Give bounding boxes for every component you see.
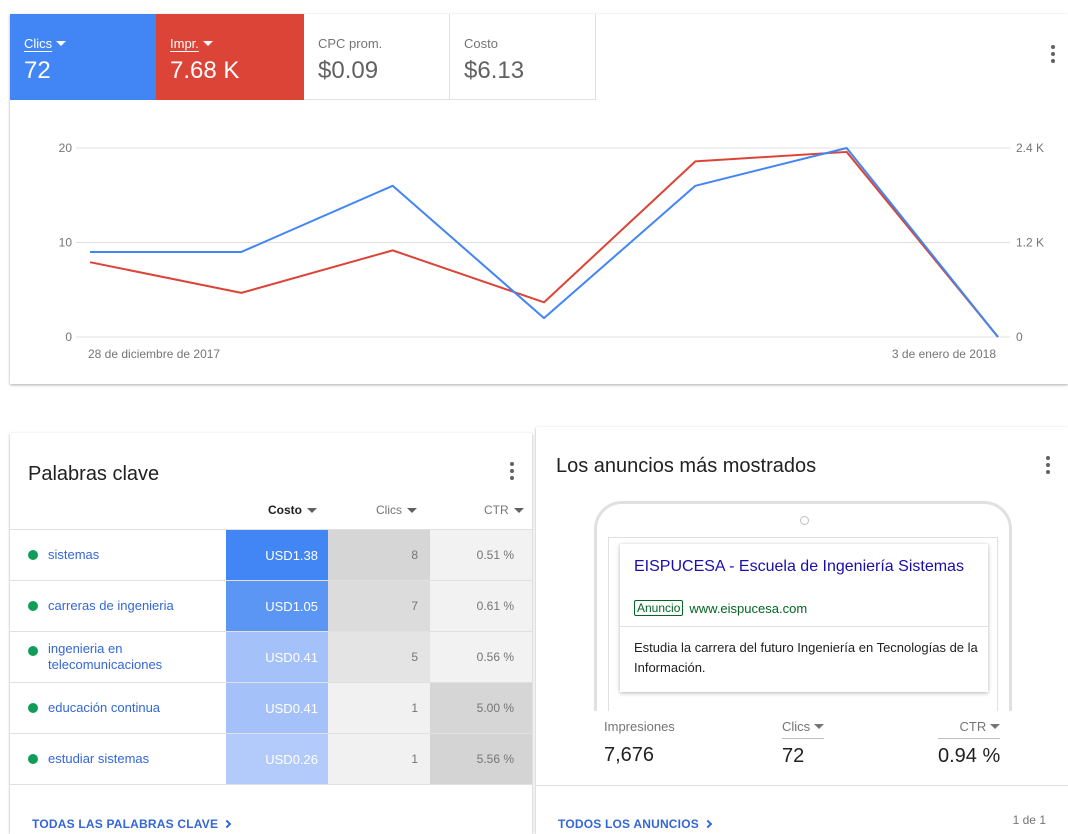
x-axis-start-label: 28 de diciembre de 2017 [88, 347, 220, 361]
ad-stat-ctr[interactable]: CTR 0.94 % [938, 719, 1001, 768]
metric-tab-impressions[interactable]: Impr. 7.68 K [156, 14, 304, 100]
column-header-clicks-label: Clics [376, 503, 402, 517]
metric-tab-clicks[interactable]: Clics 72 [10, 14, 156, 100]
right-tick-label: 1.2 K [1016, 236, 1044, 250]
column-header-ctr-label: CTR [484, 503, 509, 517]
ad-stat-value: 0.94 % [938, 745, 1001, 767]
more-vert-icon[interactable] [502, 461, 522, 481]
ad-headline[interactable]: EISPUCESA - Escuela de Ingeniería Sistem… [634, 558, 964, 576]
keyword-row: estudiar sistemas USD0.26 1 5.56 % [10, 733, 532, 784]
chevron-right-icon [703, 819, 713, 829]
ad-badge: Anuncio [634, 600, 684, 616]
right-tick-label: 0 [1016, 330, 1023, 344]
metric-value-cost: $6.13 [464, 57, 525, 84]
caret-down-icon [202, 41, 213, 46]
metric-value-clicks: 72 [24, 57, 51, 84]
phone-camera-icon [800, 516, 809, 525]
keyword-row: ingenieria en telecomunicaciones USD0.41… [10, 631, 532, 682]
right-tick-label: 2.4 K [1016, 141, 1044, 155]
caret-down-icon [307, 507, 317, 513]
ad-stat-label: Impresiones [604, 719, 675, 734]
keyword-ctr-cell: 0.61 % [430, 581, 532, 631]
chevron-right-icon [222, 819, 232, 829]
top-ads-card: Los anuncios más mostrados EISPUCESA - E… [536, 427, 1068, 834]
keyword-clicks-cell: 1 [328, 683, 430, 733]
keyword-cost-cell: USD0.41 [226, 632, 328, 682]
left-tick-label: 10 [59, 236, 73, 250]
status-dot-icon [28, 703, 38, 713]
caret-down-icon [407, 507, 417, 513]
ad-stat-label: CTR [959, 719, 987, 734]
status-dot-icon [28, 550, 38, 560]
ad-description: Estudia la carrera del futuro Ingeniería… [634, 640, 978, 675]
left-tick-label: 0 [65, 330, 72, 344]
caret-down-icon [56, 41, 67, 46]
ad-stat-value: 72 [782, 745, 805, 767]
keyword-clicks-cell: 5 [328, 632, 430, 682]
divider [536, 785, 1068, 786]
keyword-cost-cell: USD1.38 [226, 530, 328, 580]
keyword-cost-cell: USD1.05 [226, 581, 328, 631]
keyword-link[interactable]: educación continua [48, 700, 218, 716]
column-header-cost-label: Costo [268, 503, 302, 517]
keyword-row: carreras de ingenieria USD1.05 7 0.61 % [10, 580, 532, 631]
more-vert-icon[interactable] [1043, 44, 1063, 64]
divider [10, 784, 532, 785]
keyword-ctr-cell: 5.00 % [430, 683, 532, 733]
metric-tab-avg-cpc[interactable]: CPC prom. $0.09 [304, 14, 450, 100]
keyword-ctr-cell: 5.56 % [430, 734, 532, 784]
keyword-cost-cell: USD0.26 [226, 734, 328, 784]
metric-value-avg-cpc: $0.09 [318, 57, 379, 84]
caret-down-icon [990, 724, 1001, 729]
keywords-card: Palabras clave Costo Clics CTR sistemas … [10, 433, 532, 834]
all-ads-link[interactable]: TODOS LOS ANUNCIOS [558, 817, 713, 831]
keyword-ctr-cell: 0.56 % [430, 632, 532, 682]
keyword-clicks-cell: 8 [328, 530, 430, 580]
metric-label-cost: Costo [464, 36, 498, 51]
metric-label-impressions: Impr. [170, 36, 199, 51]
keyword-clicks-cell: 1 [328, 734, 430, 784]
ad-display-url: www.eispucesa.com [689, 600, 808, 616]
column-header-cost[interactable]: Costo [268, 503, 317, 517]
ad-stat-label: Clics [782, 719, 811, 734]
series-line-impressions [89, 150, 999, 338]
divider [620, 626, 988, 627]
status-dot-icon [28, 754, 38, 764]
all-ads-link-label: TODOS LOS ANUNCIOS [558, 817, 699, 831]
performance-overview-card: Clics 72 Impr. 7.68 K CPC prom. $0.09 Co… [10, 14, 1068, 384]
keyword-link[interactable]: sistemas [48, 547, 218, 563]
more-vert-icon[interactable] [1038, 455, 1058, 475]
pagination-label: 1 de 1 [1012, 813, 1046, 827]
ad-stat-impressions: Impresiones 7,676 [604, 719, 675, 767]
metric-tab-cost[interactable]: Costo $6.13 [450, 14, 596, 100]
status-dot-icon [28, 601, 38, 611]
keyword-clicks-cell: 7 [328, 581, 430, 631]
column-header-ctr[interactable]: CTR [484, 503, 524, 517]
keyword-cost-cell: USD0.41 [226, 683, 328, 733]
performance-line-chart: 20 10 0 2.4 K 1.2 K 0 28 de diciembre de… [59, 141, 1044, 361]
x-axis-end-label: 3 de enero de 2018 [892, 347, 996, 361]
metric-value-impressions: 7.68 K [170, 57, 240, 84]
status-dot-icon [28, 646, 38, 656]
ad-preview[interactable]: EISPUCESA - Escuela de Ingeniería Sistem… [620, 544, 988, 692]
keyword-row: sistemas USD1.38 8 0.51 % [10, 529, 532, 580]
caret-down-icon [814, 724, 825, 729]
keywords-card-title: Palabras clave [28, 463, 160, 485]
ad-stat-value: 7,676 [604, 744, 655, 766]
ads-card-title: Los anuncios más mostrados [556, 455, 817, 477]
ad-stat-clicks[interactable]: Clics 72 [782, 719, 825, 768]
keyword-link[interactable]: ingenieria en telecomunicaciones [48, 641, 198, 673]
all-keywords-link[interactable]: TODAS LAS PALABRAS CLAVE [32, 817, 232, 831]
keyword-ctr-cell: 0.51 % [430, 530, 532, 580]
caret-down-icon [513, 507, 524, 513]
left-tick-label: 20 [59, 141, 73, 155]
keyword-link[interactable]: carreras de ingenieria [48, 598, 218, 614]
metric-label-clicks: Clics [24, 36, 53, 51]
metric-label-avg-cpc: CPC prom. [318, 36, 383, 51]
keyword-link[interactable]: estudiar sistemas [48, 751, 218, 767]
all-keywords-link-label: TODAS LAS PALABRAS CLAVE [32, 817, 219, 831]
column-header-clicks[interactable]: Clics [376, 503, 417, 517]
keyword-row: educación continua USD0.41 1 5.00 % [10, 682, 532, 733]
